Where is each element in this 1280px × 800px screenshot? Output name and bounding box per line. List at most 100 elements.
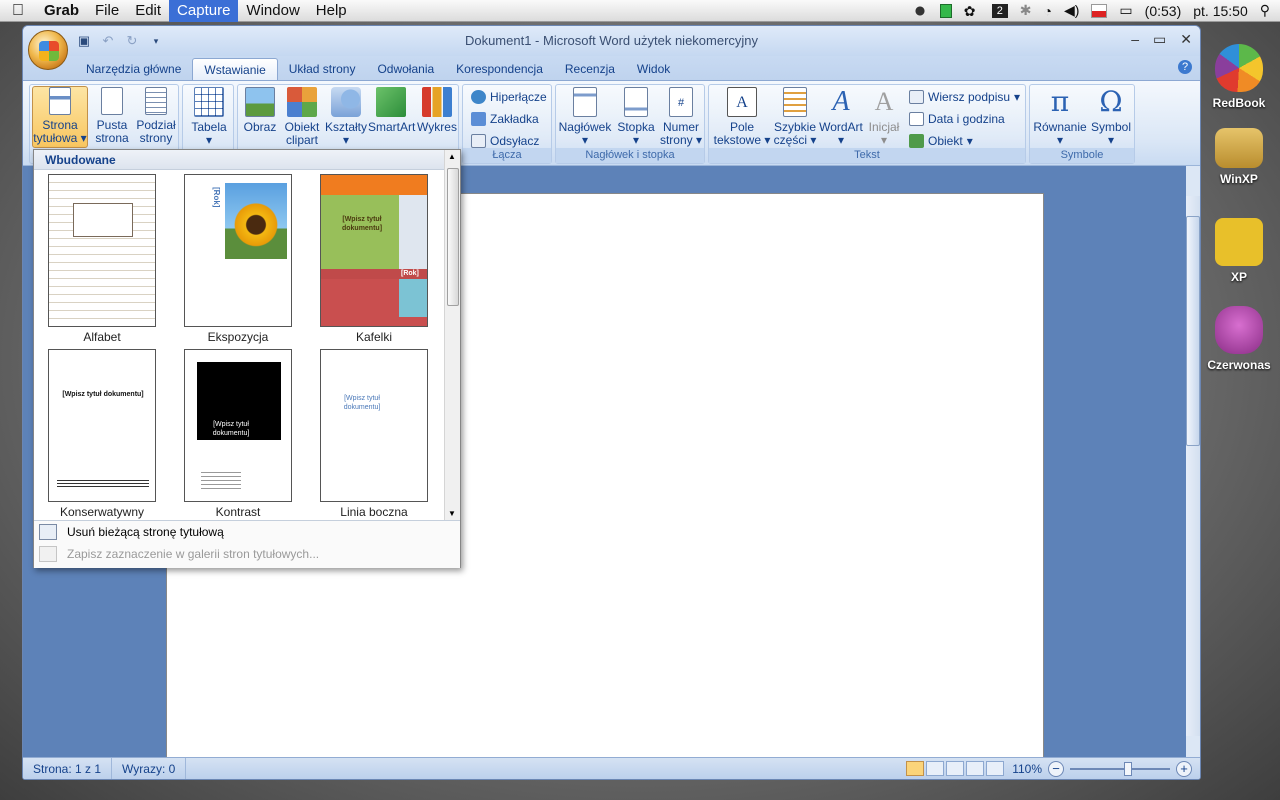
table-button[interactable]: Tabela ▾ [187,87,231,147]
page-number-button[interactable]: # Numer strony ▾ [658,87,704,147]
page-break-button[interactable]: Podział strony [134,87,178,145]
gallery-item-ekspozycja[interactable]: [Rok] Ekspozycja [183,174,293,344]
header-label: Nagłówek [558,120,612,134]
help-icon[interactable]: ? [1178,60,1192,74]
quickparts-button[interactable]: Szybkie części ▾ [773,87,817,147]
menu-edit[interactable]: Edit [127,0,169,22]
outline-icon[interactable] [966,761,985,776]
paw-icon[interactable]: ✿ [964,4,980,18]
cover-page-button[interactable]: Strona tytułowa ▾ [32,86,88,148]
chart-label: Wykres [417,120,457,134]
footer-icon [624,87,648,117]
smartart-label: SmartArt [368,120,416,134]
symbol-button[interactable]: Ω Symbol ▾ [1088,87,1134,147]
blank-page-button[interactable]: Pusta strona [92,87,132,145]
footer-button[interactable]: Stopka ▾ [614,87,658,147]
cover-page-label: Strona tytułowa [33,118,78,145]
gallery-item-linia-boczna[interactable]: [Wpisz tytuł dokumentu] Linia boczna [319,349,429,519]
gallery-item-konserwatywny[interactable]: [Wpisz tytuł dokumentu] Konserwatywny [47,349,157,519]
tab-review[interactable]: Recenzja [554,58,626,80]
chart-button[interactable]: Wykres [416,87,458,134]
group-label-text: Tekst [709,148,1025,163]
page-count[interactable]: Strona: 1 z 1 [23,757,113,779]
title-bar[interactable]: ▣ ↶ ↻ ▾ Dokument1 - Microsoft Word użyte… [23,26,1200,70]
remove-cover-page-item[interactable]: Usuń bieżącą stronę tytułową [34,521,460,543]
smartart-button[interactable]: SmartArt [368,87,416,134]
save-selection-item[interactable]: Zapisz zaznaczenie w galerii stron tytuł… [34,543,460,565]
signature-line-button[interactable]: Wiersz podpisu ▾ [909,88,1020,106]
tab-references[interactable]: Odwołania [366,58,445,80]
wifi-icon[interactable]: ◔ [1044,3,1052,19]
scroll-down-icon[interactable]: ▼ [448,509,456,518]
page-break-icon [145,87,167,115]
gallery-scroll-thumb[interactable] [447,168,459,306]
dropcap-button[interactable]: A Inicjał ▾ [865,87,903,147]
draft-icon[interactable] [986,761,1005,776]
zoom-in-icon[interactable]: + [1176,760,1192,777]
scroll-thumb[interactable] [1186,216,1200,446]
spaces-icon[interactable]: 2 [991,3,1008,18]
bluetooth-icon[interactable]: ✱ [1020,2,1032,19]
object-icon [909,134,924,148]
picture-button[interactable]: Obraz [242,87,278,134]
gallery-item-alfabet[interactable]: Alfabet [47,174,157,344]
menu-help[interactable]: Help [308,0,355,22]
gallery-item-kontrast[interactable]: [Wpisz tytuł dokumentu] Kontrast [183,349,293,519]
chart-icon [422,87,452,117]
wordart-button[interactable]: A WordArt ▾ [817,87,865,147]
web-layout-icon[interactable] [946,761,965,776]
desktop-icon-winxp[interactable]: WinXP [1203,128,1275,186]
datetime-button[interactable]: Data i godzina [909,110,1005,128]
tab-home[interactable]: Narzędzia główne [75,58,192,80]
zoom-level[interactable]: 110% [1012,762,1042,776]
minimize-icon[interactable]: – [1131,31,1139,48]
zoom-slider[interactable] [1070,761,1170,776]
desktop-icon-xp[interactable]: XP [1203,218,1275,284]
hyperlink-button[interactable]: Hiperłącze [471,88,547,106]
desktop-icon-czerwonas[interactable]: Czerwonas [1203,306,1275,372]
bookmark-button[interactable]: Zakładka [471,110,539,128]
zoom-slider-thumb[interactable] [1124,761,1132,776]
equation-button[interactable]: π Równanie ▾ [1032,87,1088,147]
word-count[interactable]: Wyrazy: 0 [112,757,187,779]
battery-time[interactable]: (0:53) [1145,3,1182,19]
group-label-links: Łącza [463,148,551,163]
page-break-label: Podział strony [136,118,176,145]
maximize-icon[interactable]: ▭ [1153,31,1166,48]
battery-icon[interactable]: ▭ [1119,2,1132,19]
shapes-button[interactable]: Kształty ▾ [324,87,368,147]
print-layout-icon[interactable] [906,761,925,776]
vertical-scrollbar[interactable] [1186,196,1200,736]
tab-layout[interactable]: Układ strony [278,58,367,80]
tab-insert[interactable]: Wstawianie [192,58,278,80]
spotlight-icon[interactable]: ⚲ [1260,2,1270,19]
tab-mailings[interactable]: Korespondencja [445,58,554,80]
header-button[interactable]: Nagłówek ▾ [558,87,612,147]
menu-grab[interactable]: Grab [36,0,87,22]
apple-menu-icon[interactable]:  [0,2,36,20]
desktop-icon-label: WinXP [1220,172,1258,186]
desktop-icon-label: Czerwonas [1207,358,1271,372]
crossref-icon [471,134,486,148]
gallery-item-kafelki[interactable]: [Wpisz tytuł dokumentu] [Rok] Kafelki [319,174,429,344]
gallery-scrollbar[interactable]: ▲ ▼ [444,150,460,520]
webcam-icon[interactable] [911,3,928,18]
office-button[interactable] [28,30,68,70]
flag-icon[interactable] [1091,3,1108,18]
tab-view[interactable]: Widok [626,58,681,80]
close-icon[interactable]: ✕ [1180,31,1192,48]
scroll-up-icon[interactable]: ▲ [448,152,456,161]
footer-label: Stopka [617,120,655,134]
full-screen-reading-icon[interactable] [926,761,945,776]
textbox-button[interactable]: A Pole tekstowe ▾ [711,87,773,147]
menu-window[interactable]: Window [238,0,307,22]
battery-green-icon[interactable] [939,3,952,18]
thumb-year: [Rok] [401,270,419,277]
zoom-out-icon[interactable]: − [1048,760,1064,777]
clock[interactable]: pt. 15:50 [1193,3,1248,19]
clipart-button[interactable]: Obiekt clipart [282,87,322,147]
desktop-icon-redbook[interactable]: RedBook [1203,44,1275,110]
volume-icon[interactable]: ◀) [1064,2,1079,19]
menu-capture[interactable]: Capture [169,0,239,22]
menu-file[interactable]: File [87,0,127,22]
